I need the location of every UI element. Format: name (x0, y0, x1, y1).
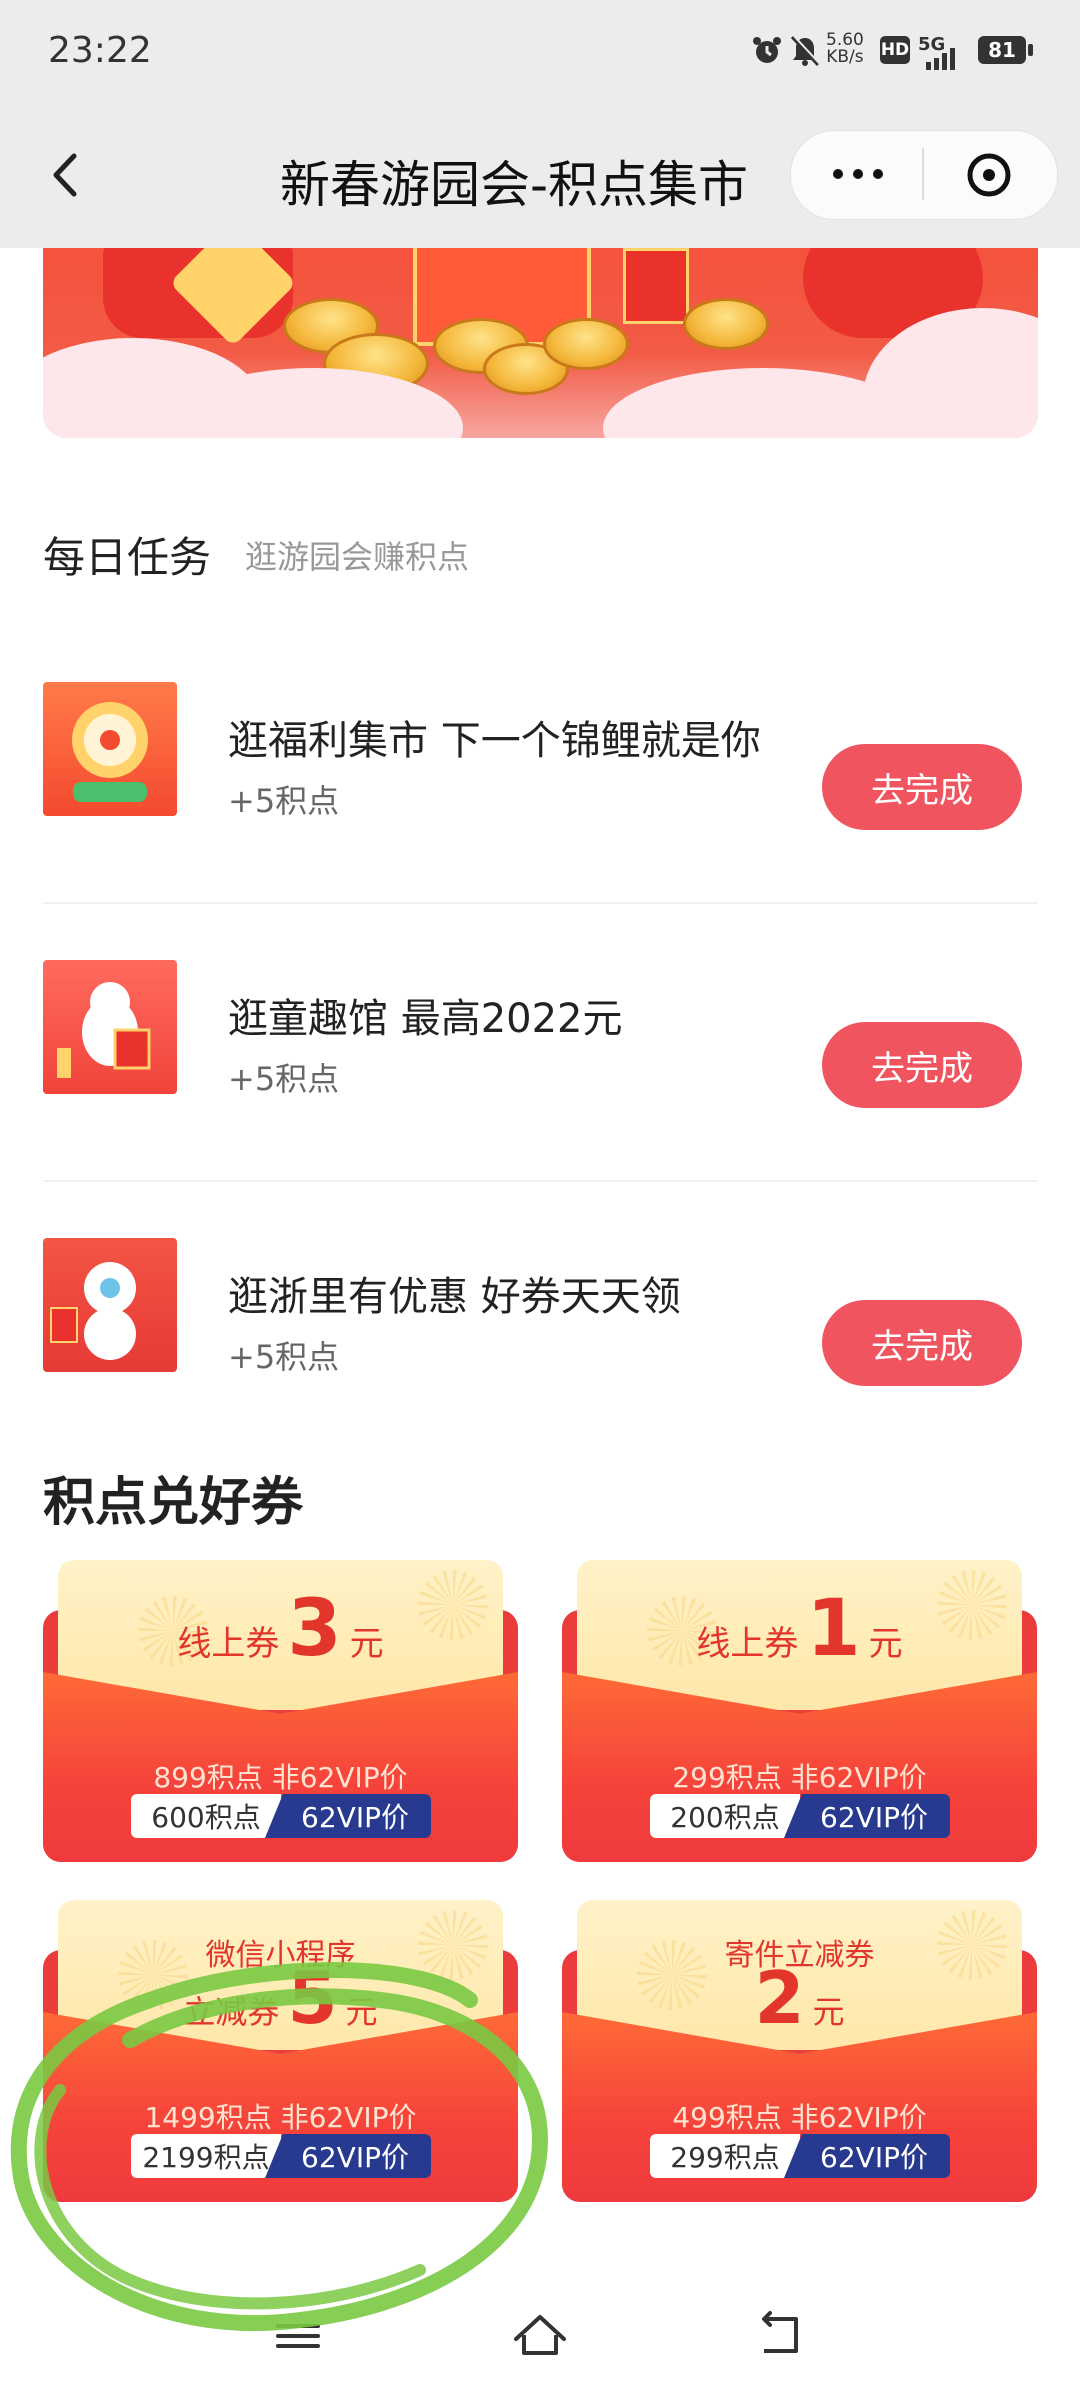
coupon-title: 线上券 1 元 (562, 1590, 1037, 1668)
coupon-unit: 元 (868, 1624, 903, 1664)
task-thumbnail (43, 682, 177, 816)
coupon-amount: 3 (287, 1584, 342, 1674)
coupon-vip-label: 62VIP价 (265, 1794, 431, 1838)
coupon-original-price: 499积点 非62VIP价 (672, 2101, 927, 2134)
page-title: 新春游园会-积点集市 (280, 156, 749, 214)
coupons-section-title: 积点兑好券 (43, 1473, 304, 1533)
back-icon[interactable] (40, 140, 90, 210)
coin-decor (543, 318, 629, 370)
complete-task-button[interactable]: 去完成 (822, 1300, 1022, 1386)
coupon-amount: 2 (754, 1956, 805, 2040)
coupon-vip-points: 200积点 (650, 1794, 800, 1838)
complete-task-button[interactable]: 去完成 (822, 744, 1022, 830)
net-speed-unit: KB/s (826, 47, 864, 67)
coupon-card[interactable]: 线上券 3 元 899积点 非62VIP价 600积点 62VIP价 (43, 1560, 518, 1862)
coin-decor (683, 298, 769, 350)
more-icon[interactable] (818, 150, 898, 198)
coupon-unit: 元 (812, 1993, 845, 2031)
complete-task-button[interactable]: 去完成 (822, 1022, 1022, 1108)
task-item: 逛童趣馆 最高2022元 +5积点 去完成 (43, 960, 1038, 1140)
task-title: 逛童趣馆 最高2022元 (228, 996, 623, 1042)
annotation-circle (10, 1962, 549, 2332)
coupon-card[interactable]: 寄件立减券 2 元 499积点 非62VIP价 299积点 62VIP价 (562, 1900, 1037, 2202)
task-item: 逛浙里有优惠 好券天天领 +5积点 去完成 (43, 1238, 1038, 1418)
coupon-prefix: 线上券 (696, 1624, 799, 1664)
task-title: 逛福利集市 下一个锦鲤就是你 (228, 718, 761, 764)
task-item: 逛福利集市 下一个锦鲤就是你 +5积点 去完成 (43, 682, 1038, 862)
daily-tasks-subtitle: 逛游园会赚积点 (245, 538, 470, 576)
coupon-card[interactable]: 线上券 1 元 299积点 非62VIP价 200积点 62VIP价 (562, 1560, 1037, 1862)
daily-tasks-title: 每日任务 (43, 533, 212, 582)
divider (43, 1180, 1038, 1182)
mute-icon (788, 34, 822, 68)
coupon-original-price: 899积点 非62VIP价 (153, 1761, 408, 1794)
coupon-vip-label: 62VIP价 (784, 1794, 950, 1838)
coupon-price-pill: 200积点 62VIP价 (650, 1794, 950, 1838)
close-icon[interactable] (960, 146, 1018, 204)
coupon-vip-points: 299积点 (650, 2134, 800, 2178)
coupon-vip-label: 62VIP价 (784, 2134, 950, 2178)
battery-indicator: 81 (978, 36, 1026, 64)
divider (43, 902, 1038, 904)
alarm-icon (750, 34, 784, 68)
hd-badge: HD (880, 36, 910, 64)
coupon-title: 2 元 (562, 1962, 1037, 2034)
battery-tip (1028, 44, 1033, 56)
coupon-price-pill: 299积点 62VIP价 (650, 2134, 950, 2178)
coupon-original-price: 299积点 非62VIP价 (672, 1761, 927, 1794)
return-icon[interactable] (750, 2305, 814, 2365)
task-points: +5积点 (228, 782, 340, 820)
task-points: +5积点 (228, 1338, 340, 1376)
status-time: 23:22 (48, 30, 152, 71)
coupon-title: 线上券 3 元 (43, 1590, 518, 1668)
coupon-unit: 元 (349, 1624, 384, 1664)
net-speed: 5.60 KB/s (826, 32, 864, 66)
coupon-prefix: 线上券 (177, 1624, 280, 1664)
task-title: 逛浙里有优惠 好券天天领 (228, 1274, 681, 1320)
task-thumbnail (43, 960, 177, 1094)
task-points: +5积点 (228, 1060, 340, 1098)
coupon-price-pill: 600积点 62VIP价 (131, 1794, 431, 1838)
coupon-vip-points: 600积点 (131, 1794, 281, 1838)
capsule-divider (922, 148, 924, 200)
coupon-amount: 1 (806, 1584, 861, 1674)
signal-icon: 5G (918, 34, 955, 70)
task-thumbnail (43, 1238, 177, 1372)
promo-banner[interactable] (43, 248, 1038, 438)
lantern-decor (623, 248, 689, 324)
